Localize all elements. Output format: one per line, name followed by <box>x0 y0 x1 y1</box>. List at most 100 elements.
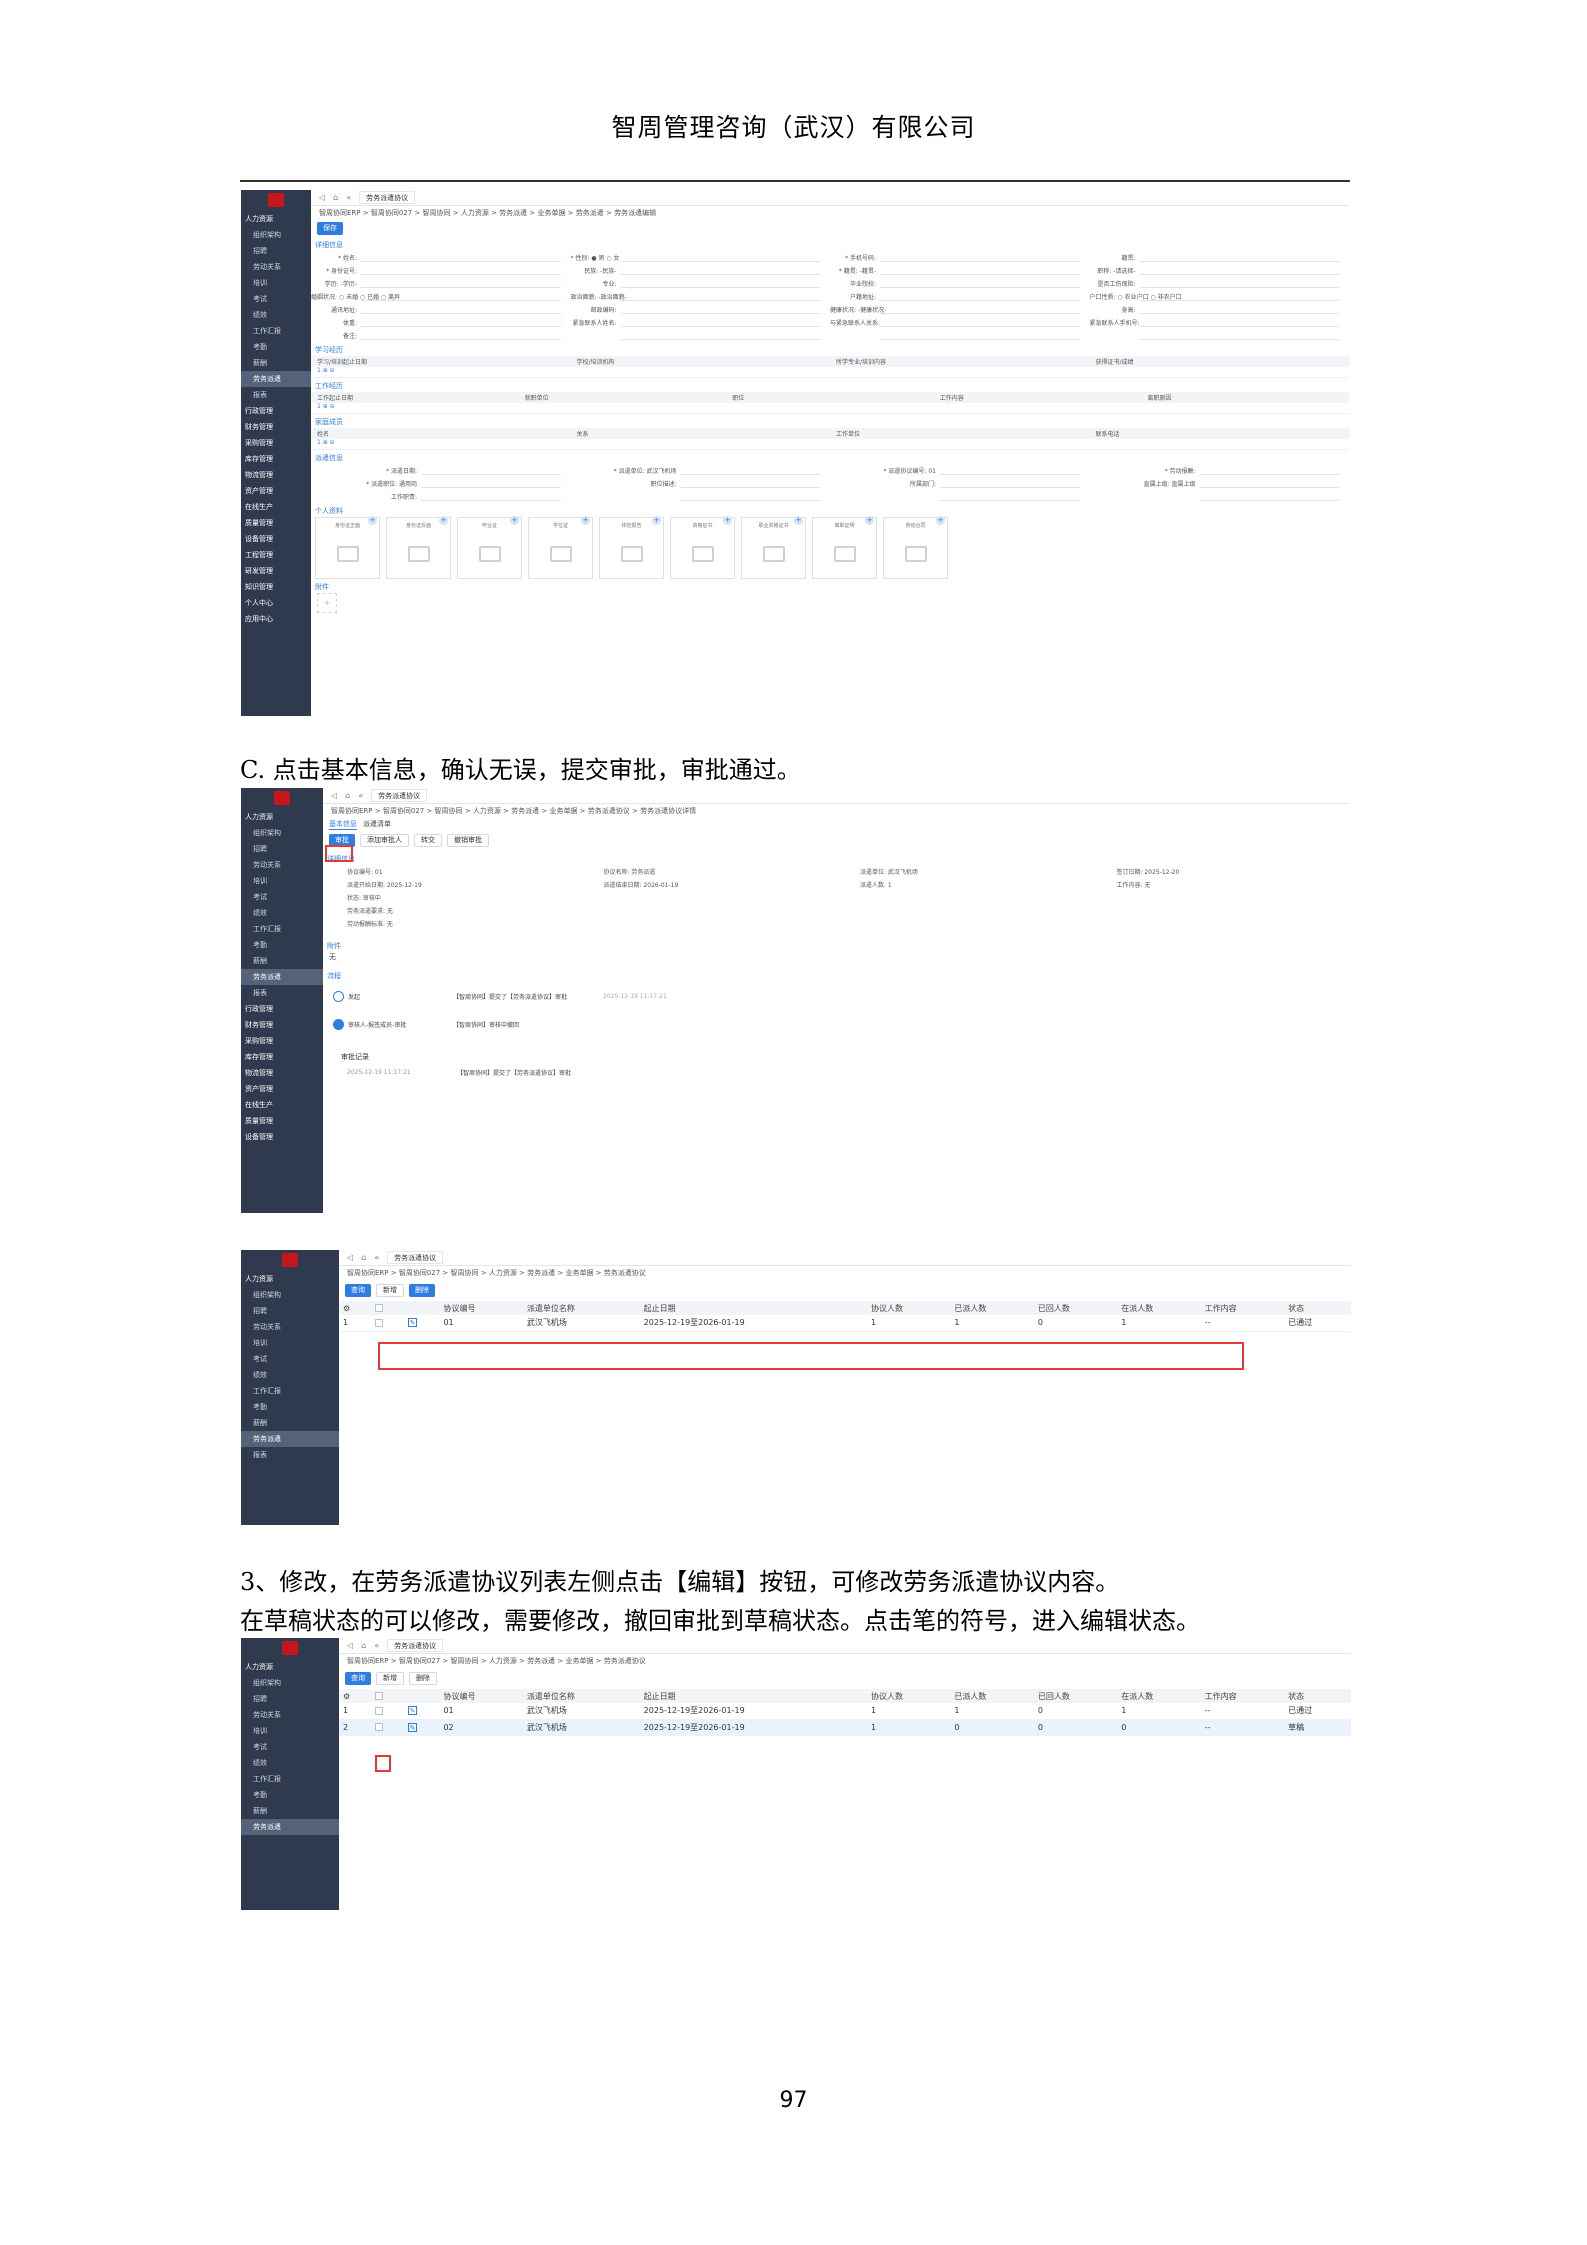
field-input[interactable] <box>1199 466 1339 475</box>
form-field[interactable] <box>1090 331 1350 340</box>
form-field[interactable]: 民族: -民族- <box>571 266 831 275</box>
row-checkbox[interactable] <box>370 1703 404 1720</box>
form-field[interactable]: * 性别: ● 男 ○ 女 <box>571 253 831 262</box>
form-field[interactable]: * 姓名: <box>311 253 571 262</box>
back-icon[interactable]: ◁ <box>331 791 337 800</box>
sidebar-item[interactable]: 培训 <box>241 1723 339 1739</box>
add-photo-icon[interactable]: + <box>439 516 448 525</box>
grid-row[interactable]: 1 ⊕ ⊖ <box>311 367 1349 378</box>
form-field[interactable]: * 手机号码: <box>830 253 1090 262</box>
back-icon[interactable]: ◁ <box>347 1253 353 1262</box>
field-input[interactable] <box>880 331 1080 340</box>
settings-icon[interactable]: ⚙ <box>339 1301 371 1315</box>
form-field[interactable]: 职称: -请选择- <box>1090 266 1350 275</box>
sidebar-item[interactable]: 应用中心 <box>241 611 311 627</box>
field-input[interactable] <box>361 331 561 340</box>
table-row[interactable]: 1 ✎ 01 武汉飞机场 2025-12-19至2026-01-19 1 1 0 1 -- 已通过 <box>339 1703 1351 1720</box>
sidebar-item[interactable]: 绩效 <box>241 905 323 921</box>
sidebar-item[interactable]: 设备管理 <box>241 1129 323 1145</box>
sidebar-item[interactable]: 劳务派遣 <box>241 969 323 985</box>
tab-dispatch-agreement[interactable]: 劳务派遣协议 <box>371 789 428 802</box>
revoke-approval-button[interactable]: 撤销审批 <box>447 834 489 847</box>
sidebar-item[interactable]: 考勤 <box>241 1787 339 1803</box>
tab-dispatch-agreement[interactable]: 劳务派遣协议 <box>387 1639 444 1652</box>
form-field[interactable]: * 身份证号: <box>311 266 571 275</box>
sidebar-item[interactable]: 招聘 <box>241 1303 339 1319</box>
sidebar-item[interactable]: 报表 <box>241 985 323 1001</box>
add-photo-icon[interactable]: + <box>794 516 803 525</box>
photo-upload-slot[interactable]: 劳动合同 + <box>883 516 948 579</box>
field-input[interactable] <box>361 253 561 262</box>
sidebar-item[interactable]: 采购管理 <box>241 1033 323 1049</box>
field-input[interactable] <box>1139 305 1339 314</box>
sidebar-item[interactable]: 采购管理 <box>241 435 311 451</box>
sidebar-item[interactable]: 考试 <box>241 889 323 905</box>
sidebar-item[interactable]: 考试 <box>241 1351 339 1367</box>
sidebar-item[interactable]: 资产管理 <box>241 483 311 499</box>
field-input[interactable] <box>1139 331 1339 340</box>
form-field[interactable]: 与紧急联系人关系: <box>830 318 1090 327</box>
field-input[interactable] <box>620 305 820 314</box>
form-field[interactable]: * 籍贯: -籍贯- <box>830 266 1090 275</box>
sidebar-item[interactable]: 劳务派遣 <box>241 1431 339 1447</box>
collapse-icon[interactable]: « <box>374 1253 379 1262</box>
add-button[interactable]: 新增 <box>376 1284 404 1297</box>
collapse-icon[interactable]: « <box>346 193 351 202</box>
add-photo-icon[interactable]: + <box>652 516 661 525</box>
sidebar-item[interactable]: 人力资源 <box>241 809 323 825</box>
field-input[interactable] <box>880 318 1080 327</box>
form-field[interactable]: 直属上级: 直属上级 <box>1090 479 1350 488</box>
sidebar-item[interactable]: 组织架构 <box>241 825 323 841</box>
form-field[interactable]: 所属部门: <box>830 479 1090 488</box>
sidebar-item[interactable]: 考试 <box>241 1739 339 1755</box>
form-field[interactable]: 邮政编码: <box>571 305 831 314</box>
field-input[interactable] <box>880 305 1080 314</box>
sidebar-item[interactable]: 薪酬 <box>241 355 311 371</box>
form-field[interactable]: * 派遣职位: 通用岗 <box>311 479 571 488</box>
save-button[interactable]: 保存 <box>317 222 343 235</box>
sidebar-item[interactable]: 财务管理 <box>241 419 311 435</box>
form-field[interactable] <box>830 492 1090 501</box>
form-field[interactable]: 体重: <box>311 318 571 327</box>
add-photo-icon[interactable]: + <box>865 516 874 525</box>
sidebar-item[interactable]: 工程管理 <box>241 547 311 563</box>
sidebar-item[interactable]: 招聘 <box>241 1691 339 1707</box>
field-input[interactable] <box>361 292 561 301</box>
photo-upload-slot[interactable]: 身份证反面 + <box>386 516 451 579</box>
form-field[interactable]: 户籍地址: <box>830 292 1090 301</box>
sidebar-item[interactable]: 研发管理 <box>241 563 311 579</box>
field-input[interactable] <box>620 253 820 262</box>
sidebar-item[interactable]: 组织架构 <box>241 1675 339 1691</box>
sidebar-item[interactable]: 人力资源 <box>241 211 311 227</box>
edit-pen-icon[interactable]: ✎ <box>408 1318 417 1328</box>
field-input[interactable] <box>940 492 1080 501</box>
sidebar-item[interactable]: 组织架构 <box>241 1287 339 1303</box>
form-field[interactable]: 政治面貌: -政治面貌- <box>571 292 831 301</box>
sidebar-item[interactable]: 考勤 <box>241 1399 339 1415</box>
form-field[interactable]: 学历: -学历- <box>311 279 571 288</box>
form-field[interactable] <box>830 331 1090 340</box>
field-input[interactable] <box>1139 266 1339 275</box>
field-input[interactable] <box>1139 253 1339 262</box>
sidebar-item[interactable]: 培训 <box>241 275 311 291</box>
query-button[interactable]: 查询 <box>345 1284 371 1297</box>
back-icon[interactable]: ◁ <box>319 193 325 202</box>
upload-attachment-button[interactable]: + <box>317 593 337 613</box>
field-input[interactable] <box>1199 479 1339 488</box>
home-icon[interactable]: ⌂ <box>333 193 338 202</box>
delete-button[interactable]: 删除 <box>409 1284 435 1297</box>
sidebar-item[interactable]: 人力资源 <box>241 1659 339 1675</box>
form-field[interactable]: * 派遣协议编号: 01 <box>830 466 1090 475</box>
form-field[interactable]: 工作职责: <box>311 492 571 501</box>
sidebar-item[interactable]: 招聘 <box>241 243 311 259</box>
field-input[interactable] <box>680 466 820 475</box>
sidebar-item[interactable]: 劳动关系 <box>241 857 323 873</box>
sidebar-item[interactable]: 知识管理 <box>241 579 311 595</box>
sidebar-item[interactable]: 个人中心 <box>241 595 311 611</box>
tab-dispatch-list[interactable]: 派遣清单 <box>363 819 391 829</box>
sidebar-item[interactable]: 资产管理 <box>241 1081 323 1097</box>
add-photo-icon[interactable]: + <box>723 516 732 525</box>
sidebar-item[interactable]: 工作汇报 <box>241 1383 339 1399</box>
sidebar-item[interactable]: 在线生产 <box>241 1097 323 1113</box>
sidebar-item[interactable]: 薪酬 <box>241 1803 339 1819</box>
